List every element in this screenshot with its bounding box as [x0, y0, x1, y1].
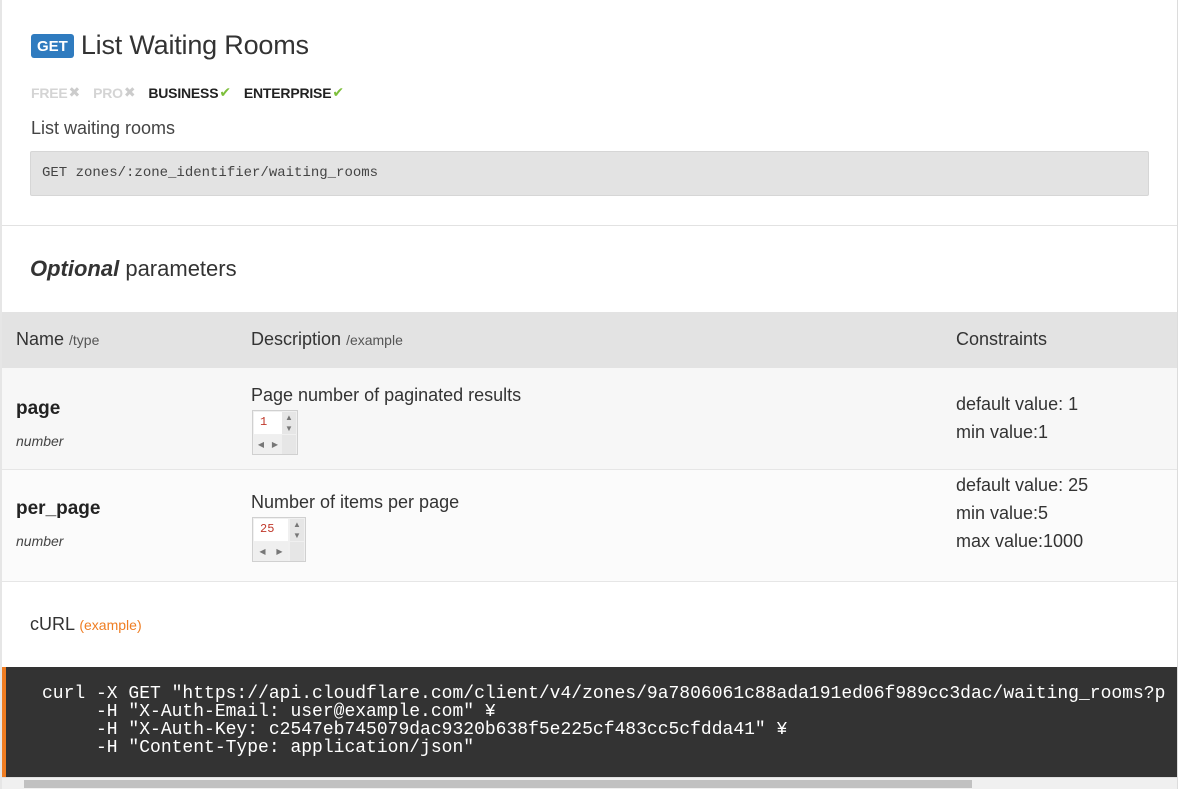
chevron-down-icon[interactable]: ▼ [285, 424, 293, 433]
check-icon: ✔ [332, 84, 344, 100]
input-scrollbar[interactable]: ◀ ▶ [254, 542, 288, 561]
plan-free: FREE ✖ [31, 84, 80, 101]
method-badge: GET [31, 33, 74, 58]
code-line: curl -X GET "https://api.cloudflare.com/… [42, 684, 1166, 704]
right-border [1177, 0, 1178, 789]
param-description: Page number of paginated results [251, 385, 522, 405]
constraint-line: default value: 25 [956, 475, 1089, 495]
scroll-right-icon[interactable]: ▶ [272, 440, 278, 449]
heading-emphasis: Optional [30, 256, 120, 281]
scroll-right-icon[interactable]: ▶ [276, 547, 282, 556]
code-line: -H "Content-Type: application/json" [42, 738, 475, 758]
optional-parameters-heading: Optional parameters [30, 256, 237, 282]
plan-pro: PRO ✖ [93, 84, 135, 101]
param-type: number [16, 533, 64, 549]
curl-heading: cURL (example) [30, 614, 142, 635]
spin-buttons[interactable]: ▲ ▼ [282, 412, 296, 434]
parameters-table: Name /type Description /example Constrai… [2, 312, 1177, 582]
heading-rest: parameters [119, 256, 237, 281]
endpoint-title-row: GET List Waiting Rooms [31, 30, 309, 61]
spin-buttons[interactable]: ▲ ▼ [290, 519, 304, 541]
endpoint-summary: List waiting rooms [31, 118, 176, 138]
param-description: Number of items per page [251, 492, 460, 512]
chevron-up-icon[interactable]: ▲ [285, 413, 293, 422]
endpoint-route: GET zones/:zone_identifier/waiting_rooms [30, 151, 1149, 196]
column-name-label: Name [16, 329, 65, 349]
chevron-up-icon[interactable]: ▲ [293, 520, 301, 529]
param-constraints: default value: 1 min value:1 [956, 390, 1078, 446]
param-name: per_page [16, 498, 101, 519]
cross-icon: ✖ [68, 84, 81, 100]
table-row: per_page number Number of items per page… [2, 470, 1177, 582]
column-constraints: Constraints [956, 329, 1048, 349]
constraint-line: max value:1000 [956, 531, 1084, 551]
param-type: number [16, 433, 64, 449]
constraint-line: default value: 1 [956, 394, 1079, 414]
code-horizontal-scrollbar[interactable] [2, 777, 1177, 789]
scrollbar-thumb[interactable] [24, 780, 972, 788]
scroll-left-icon[interactable]: ◀ [259, 547, 265, 556]
resize-corner [282, 435, 296, 454]
column-description: Description /example [251, 329, 403, 350]
chevron-down-icon[interactable]: ▼ [293, 531, 301, 540]
plan-enterprise: ENTERPRISE ✔ [244, 84, 344, 101]
endpoint-title: List Waiting Rooms [80, 30, 309, 60]
plan-label: FREE [31, 84, 68, 101]
plan-label: BUSINESS [148, 84, 219, 101]
input-scrollbar[interactable]: ◀ ▶ [254, 435, 282, 454]
input-value[interactable]: 25 [254, 519, 288, 541]
column-description-label: Description [251, 329, 342, 349]
curl-label: cURL [30, 614, 75, 634]
constraint-line: min value:1 [956, 422, 1049, 442]
table-row: page number Page number of paginated res… [2, 368, 1177, 470]
api-doc-page: GET List Waiting Rooms FREE ✖ PRO ✖ BUSI… [0, 0, 1192, 789]
curl-code-block: curl -X GET "https://api.cloudflare.com/… [2, 667, 1177, 777]
curl-code: curl -X GET "https://api.cloudflare.com/… [42, 685, 1165, 757]
items-per-page-input[interactable]: 25 ▲ ▼ ◀ ▶ [252, 517, 306, 562]
code-line: -H "X-Auth-Key: c2547eb745079dac9320b638… [42, 720, 788, 740]
page-number-input[interactable]: 1 ▲ ▼ ◀ ▶ [252, 410, 298, 455]
table-header: Name /type Description /example Constrai… [2, 312, 1177, 368]
curl-example-label: (example) [79, 617, 142, 633]
param-constraints: default value: 25 min value:5 max value:… [956, 471, 1088, 555]
input-value[interactable]: 1 [254, 412, 282, 434]
check-icon: ✔ [219, 84, 231, 100]
plan-business: BUSINESS ✔ [148, 84, 231, 101]
param-name: page [16, 398, 61, 419]
plan-availability: FREE ✖ PRO ✖ BUSINESS ✔ ENTERPRISE ✔ [31, 84, 357, 101]
plan-label: ENTERPRISE [243, 84, 332, 101]
column-description-sub: /example [346, 332, 403, 348]
column-name-sub: /type [69, 332, 100, 348]
resize-corner [290, 542, 304, 561]
constraint-line: min value:5 [956, 503, 1049, 523]
plan-label: PRO [93, 84, 123, 101]
endpoint-section: GET List Waiting Rooms FREE ✖ PRO ✖ BUSI… [2, 0, 1177, 226]
scroll-left-icon[interactable]: ◀ [258, 440, 264, 449]
code-line: -H "X-Auth-Email: user@example.com" ¥ [42, 702, 496, 722]
column-name: Name /type [16, 329, 99, 350]
cross-icon: ✖ [123, 84, 136, 100]
